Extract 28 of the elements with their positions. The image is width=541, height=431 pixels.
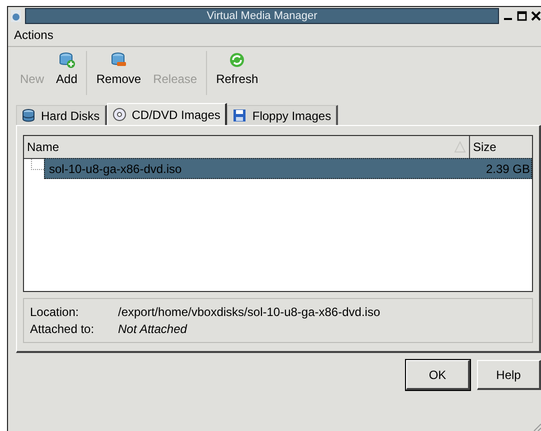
menu-item[interactable]: Actions — [14, 28, 54, 42]
floppy-icon — [233, 109, 246, 122]
dialog-button[interactable]: OK — [406, 360, 470, 390]
toolbar-button[interactable]: Add — [50, 51, 84, 95]
table-cell: sol-10-u8-ga-x86-dvd.iso — [49, 162, 182, 176]
tab[interactable]: Hard Disks — [16, 105, 107, 125]
tab[interactable]: CD/DVD Images — [106, 103, 228, 125]
column-header[interactable]: Size — [470, 136, 532, 158]
disk-icon — [110, 52, 127, 68]
table-row[interactable]: sol-10-u8-ga-x86-dvd.iso 2.39 GB — [44, 158, 532, 179]
disk-icon — [58, 52, 75, 68]
detail-value: Not Attached — [118, 322, 187, 336]
sort-icon — [454, 141, 466, 153]
cd-icon — [112, 108, 126, 121]
detail-value: /export/home/vboxdisks/sol-10-u8-ga-x86-dvd.iso — [118, 305, 380, 319]
refresh-icon — [229, 52, 246, 68]
detail-label: Attached to: — [30, 322, 96, 336]
toolbar-button[interactable]: Remove — [90, 51, 148, 95]
app-icon[interactable] — [11, 10, 21, 22]
window-title: Virtual Media Manager — [25, 8, 499, 24]
maximize-icon[interactable] — [517, 10, 527, 20]
tab[interactable]: Floppy Images — [227, 105, 338, 125]
table-cell: 2.39 GB — [486, 162, 530, 176]
dialog-button[interactable]: Help — [477, 360, 541, 390]
toolbar-button[interactable]: Refresh — [210, 51, 264, 95]
detail-label: Location: — [30, 305, 80, 319]
close-icon[interactable] — [531, 10, 541, 20]
resize-grip-icon[interactable] — [533, 423, 541, 431]
